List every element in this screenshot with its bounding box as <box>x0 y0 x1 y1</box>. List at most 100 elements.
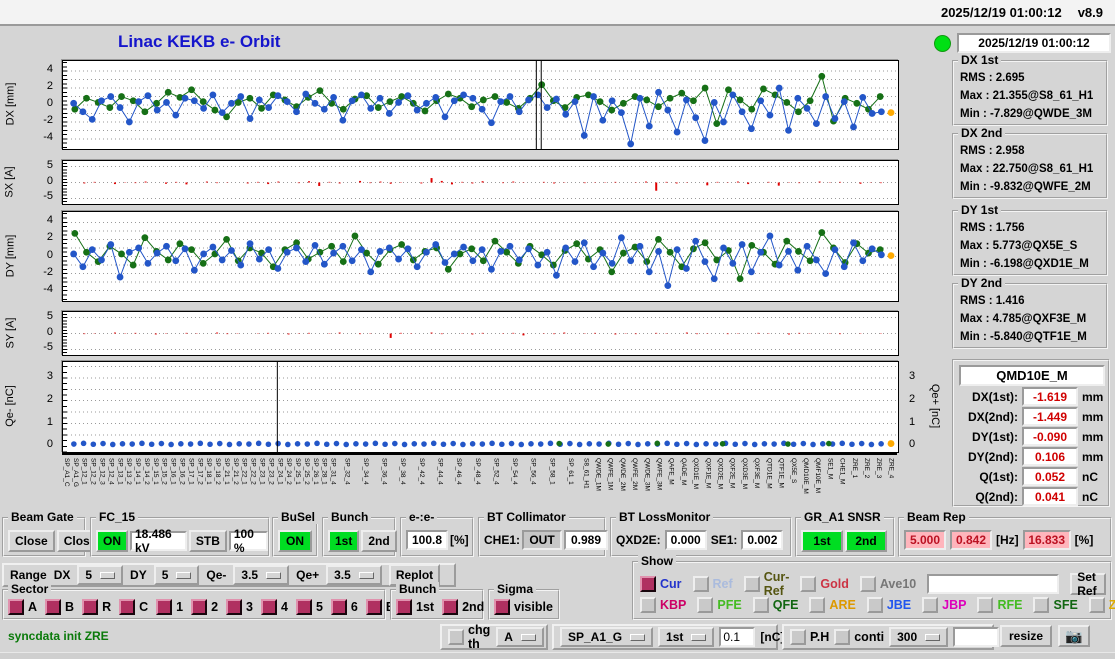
checkbox-indicator[interactable] <box>743 576 760 592</box>
checkbox-indicator[interactable] <box>1033 597 1050 613</box>
fc15-stb-button[interactable]: STB <box>188 530 227 552</box>
checkbox-indicator[interactable] <box>697 597 714 613</box>
checkbox-indicator[interactable] <box>260 599 277 615</box>
bunch-2nd-button[interactable]: 2nd <box>361 530 397 552</box>
selected-monitor-name[interactable]: QMD10E_M <box>959 365 1105 386</box>
gr-a1-1st-button[interactable]: 1st <box>801 530 843 552</box>
checkbox-label: 4 <box>280 600 288 614</box>
screenshot-camera-button[interactable]: 📷 <box>1058 625 1090 647</box>
checkbox-indicator[interactable] <box>692 576 709 592</box>
conti-checkbox[interactable]: conti <box>834 629 884 645</box>
sector-checkbox-6[interactable]: 6 <box>330 599 358 615</box>
sector-checkbox-r[interactable]: R <box>82 599 111 615</box>
checkbox-indicator[interactable] <box>156 599 173 615</box>
sector-checkbox-3[interactable]: 3 <box>226 599 253 615</box>
show-checkbox-jbe[interactable]: JBE <box>866 597 911 613</box>
sector-checkbox-1[interactable]: 1 <box>156 599 183 615</box>
fc15-on-button[interactable]: ON <box>96 530 128 552</box>
qe-charge-plot[interactable] <box>62 361 899 453</box>
sector-checkbox-a[interactable]: A <box>8 599 37 615</box>
show-checkbox-ave10[interactable]: Ave10 <box>859 576 916 592</box>
count-dropdown[interactable]: 300 <box>889 627 949 647</box>
dx-orbit-plot[interactable] <box>62 60 899 150</box>
checkbox-indicator[interactable] <box>45 599 62 615</box>
bt-collimator-group: BT Collimator CHE1: OUT 0.989 <box>478 510 609 557</box>
show-checkbox-cur-ref[interactable]: Cur-Ref <box>743 570 789 598</box>
bunch-filter-group: Bunch 1st 2nd <box>390 582 484 620</box>
show-checkbox-jbp[interactable]: JBP <box>922 597 966 613</box>
checkbox-indicator[interactable] <box>809 597 826 613</box>
sector-checkbox-2[interactable]: 2 <box>191 599 218 615</box>
range-qem-dropdown[interactable]: 3.5 <box>233 565 290 585</box>
show-checkbox-cur[interactable]: Cur <box>640 576 682 592</box>
reference-name-input[interactable] <box>927 574 1060 594</box>
set-ref-button[interactable]: Set Ref <box>1070 570 1106 598</box>
checkbox-indicator[interactable] <box>834 629 851 645</box>
checkbox-indicator[interactable] <box>866 597 883 613</box>
x-tick-label: SP_A1_C <box>62 458 70 487</box>
checkbox-indicator[interactable] <box>752 597 769 613</box>
sp-monitor-dropdown[interactable]: SP_A1_G <box>560 627 654 647</box>
range-dy-dropdown[interactable]: 5 <box>153 565 200 585</box>
resize-button[interactable]: resize <box>1000 625 1052 647</box>
monitor-row-unit: nC <box>1082 469 1098 484</box>
checkbox-indicator[interactable] <box>365 599 382 615</box>
range-qep-dropdown[interactable]: 3.5 <box>326 565 382 585</box>
checkbox-indicator[interactable] <box>977 597 994 613</box>
checkbox-indicator[interactable] <box>8 599 24 615</box>
bunch-checkbox-2nd[interactable]: 2nd <box>442 599 484 615</box>
sector-checkbox-b[interactable]: B <box>45 599 74 615</box>
show-checkbox-ref[interactable]: Ref <box>692 576 733 592</box>
y-tick-label: 0 <box>909 438 916 451</box>
ee-ratio-value: 100.8 <box>406 530 448 550</box>
sigma-checkbox-visible[interactable]: visible <box>494 599 553 615</box>
ph-checkbox[interactable]: P.H <box>790 629 829 645</box>
count-input[interactable] <box>953 627 1000 647</box>
checkbox-indicator[interactable] <box>295 599 312 615</box>
bunch-checkbox-1st[interactable]: 1st <box>396 599 434 615</box>
gr-a1-2nd-button[interactable]: 2nd <box>845 530 887 552</box>
show-checkbox-kbp[interactable]: KBP <box>640 597 686 613</box>
checkbox-indicator[interactable] <box>790 629 806 645</box>
checkbox-indicator[interactable] <box>119 599 136 615</box>
checkbox-indicator[interactable] <box>191 599 208 615</box>
show-checkbox-pfe[interactable]: PFE <box>697 597 742 613</box>
show-checkbox-gold[interactable]: Gold <box>800 576 849 592</box>
range-dx-dropdown[interactable]: 5 <box>77 565 124 585</box>
checkbox-indicator[interactable] <box>226 599 243 615</box>
checkbox-indicator[interactable] <box>396 599 412 615</box>
show-checkbox-sfe[interactable]: SFE <box>1033 597 1078 613</box>
sector-checkbox-4[interactable]: 4 <box>260 599 288 615</box>
sector-checkbox-c[interactable]: C <box>119 599 148 615</box>
checkbox-indicator[interactable] <box>494 599 510 615</box>
checkbox-indicator[interactable] <box>800 576 817 592</box>
sx-steering-plot[interactable] <box>62 160 899 205</box>
bunch-dropdown[interactable]: 1st <box>658 627 715 647</box>
bunch-1st-button[interactable]: 1st <box>328 530 360 552</box>
beam-gate-close-1-button[interactable]: Close <box>8 530 55 552</box>
th-dropdown[interactable]: A <box>496 627 544 647</box>
threshold-input[interactable] <box>719 627 756 647</box>
checkbox-indicator[interactable] <box>82 599 99 615</box>
checkbox-indicator[interactable] <box>922 597 939 613</box>
show-checkbox-rfe[interactable]: RFE <box>977 597 1022 613</box>
checkbox-indicator[interactable] <box>859 576 876 592</box>
checkbox-indicator[interactable] <box>1088 597 1105 613</box>
sector-checkbox-5[interactable]: 5 <box>295 599 323 615</box>
chg-th-checkbox[interactable]: chg th <box>448 623 490 651</box>
checkbox-indicator[interactable] <box>448 629 464 645</box>
show-checkbox-zre[interactable]: ZRE <box>1088 597 1115 613</box>
checkbox-indicator[interactable] <box>640 597 656 613</box>
show-checkbox-are[interactable]: ARE <box>809 597 856 613</box>
dy-orbit-plot[interactable] <box>62 211 899 302</box>
checkbox-indicator[interactable] <box>640 576 656 592</box>
checkbox-indicator[interactable] <box>442 599 459 615</box>
x-tick-label: SP_28_1 <box>320 458 328 485</box>
busel-on-button[interactable]: ON <box>278 530 312 552</box>
checkbox-label: R <box>102 600 112 614</box>
checkbox-label: 1st <box>416 600 435 614</box>
show-checkbox-qfe[interactable]: QFE <box>752 597 798 613</box>
checkbox-indicator[interactable] <box>330 599 347 615</box>
monitor-row: DY(2nd): 0.106 mm <box>956 447 1108 466</box>
sy-steering-plot[interactable] <box>62 311 899 356</box>
